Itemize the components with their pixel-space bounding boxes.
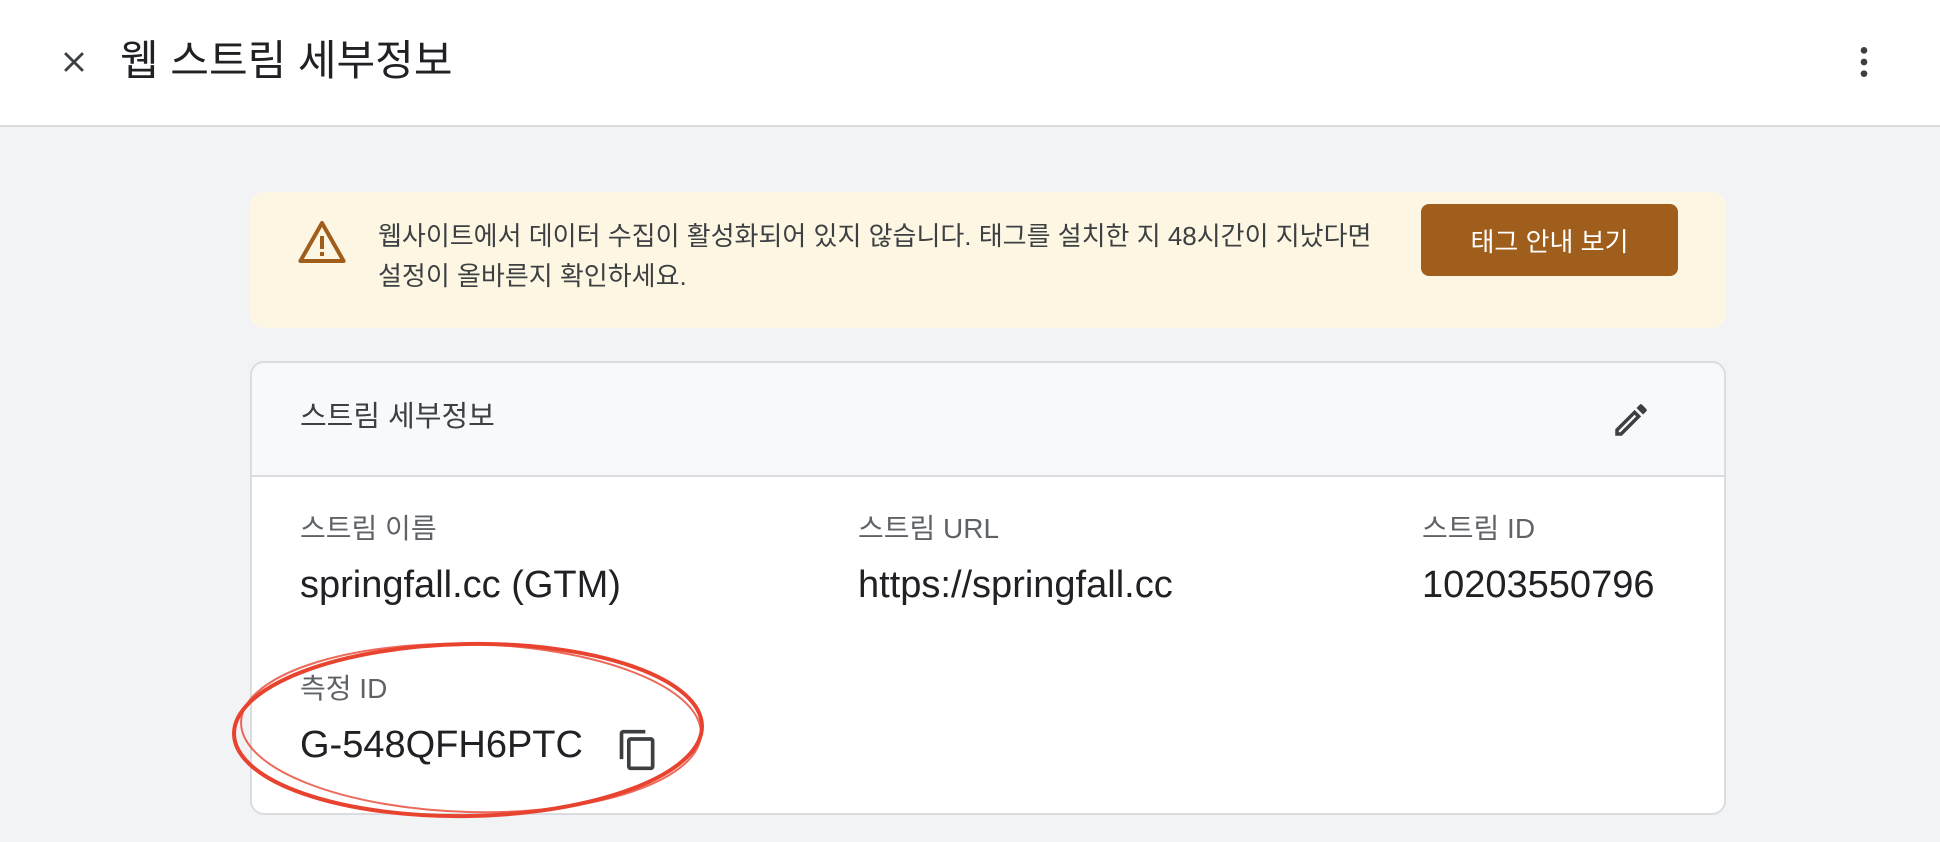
copy-icon [619,729,655,771]
measurement-id-value: G-548QFH6PTC [300,724,583,766]
warning-message: 웹사이트에서 데이터 수집이 활성화되어 있지 않습니다. 태그를 설치한 지 … [378,221,1372,291]
stream-name-value: springfall.cc (GTM) [300,564,621,606]
warning-icon [298,221,346,263]
close-button[interactable] [50,38,98,86]
page-title: 웹 스트림 세부정보 [120,37,453,84]
more-vert-icon [1860,47,1868,77]
card-header: 스트림 세부정보 [252,363,1724,477]
more-options-button[interactable] [1840,38,1888,86]
stream-url-value: https://springfall.cc [858,564,1173,606]
data-collection-warning-banner: 웹사이트에서 데이터 수집이 활성화되어 있지 않습니다. 태그를 설치한 지 … [250,192,1726,328]
edit-icon [1615,404,1647,436]
stream-id-value: 10203550796 [1422,564,1655,606]
view-tag-instructions-button[interactable]: 태그 안내 보기 [1421,204,1678,276]
card-title: 스트림 세부정보 [300,401,495,433]
copy-measurement-id-button[interactable] [614,725,662,775]
measurement-id-label: 측정 ID [300,673,388,704]
stream-url-label: 스트림 URL [858,513,1000,544]
stream-details-card: 스트림 세부정보 스트림 이름 springfall.cc (GTM) 스트림 … [250,361,1726,815]
close-icon [64,52,84,72]
edit-button[interactable] [1608,397,1654,443]
stream-id-label: 스트림 ID [1422,513,1536,544]
stream-name-label: 스트림 이름 [300,513,437,544]
top-app-bar: 웹 스트림 세부정보 [0,0,1940,127]
